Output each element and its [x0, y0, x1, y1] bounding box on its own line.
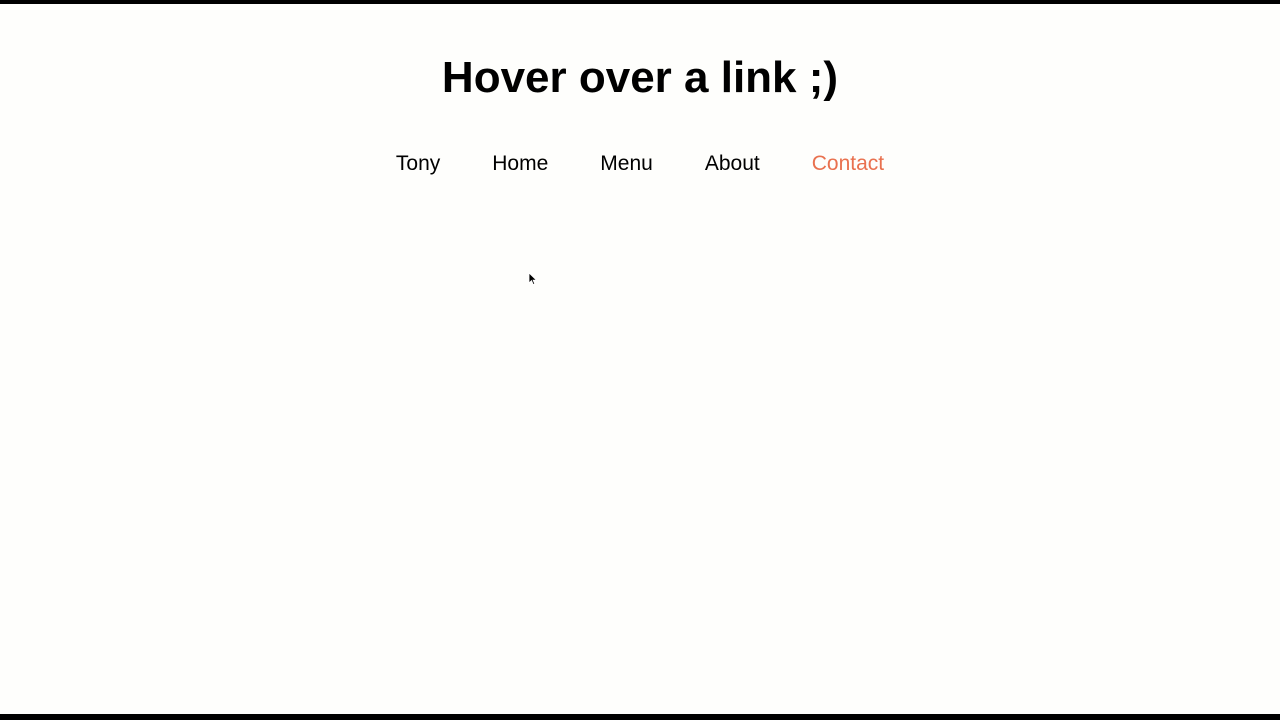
mouse-pointer-icon	[528, 272, 538, 286]
nav-link-about[interactable]: About	[705, 150, 760, 178]
nav-bar: Tony Home Menu About Contact	[0, 150, 1280, 178]
page-title: Hover over a link ;)	[441, 53, 839, 102]
nav-link-tony[interactable]: Tony	[396, 150, 440, 178]
nav-link-contact[interactable]: Contact	[812, 150, 884, 178]
nav-link-menu[interactable]: Menu	[600, 150, 653, 178]
nav-link-home[interactable]: Home	[492, 150, 548, 178]
page: Hover over a link ;) Tony Home Menu Abou…	[0, 4, 1280, 714]
